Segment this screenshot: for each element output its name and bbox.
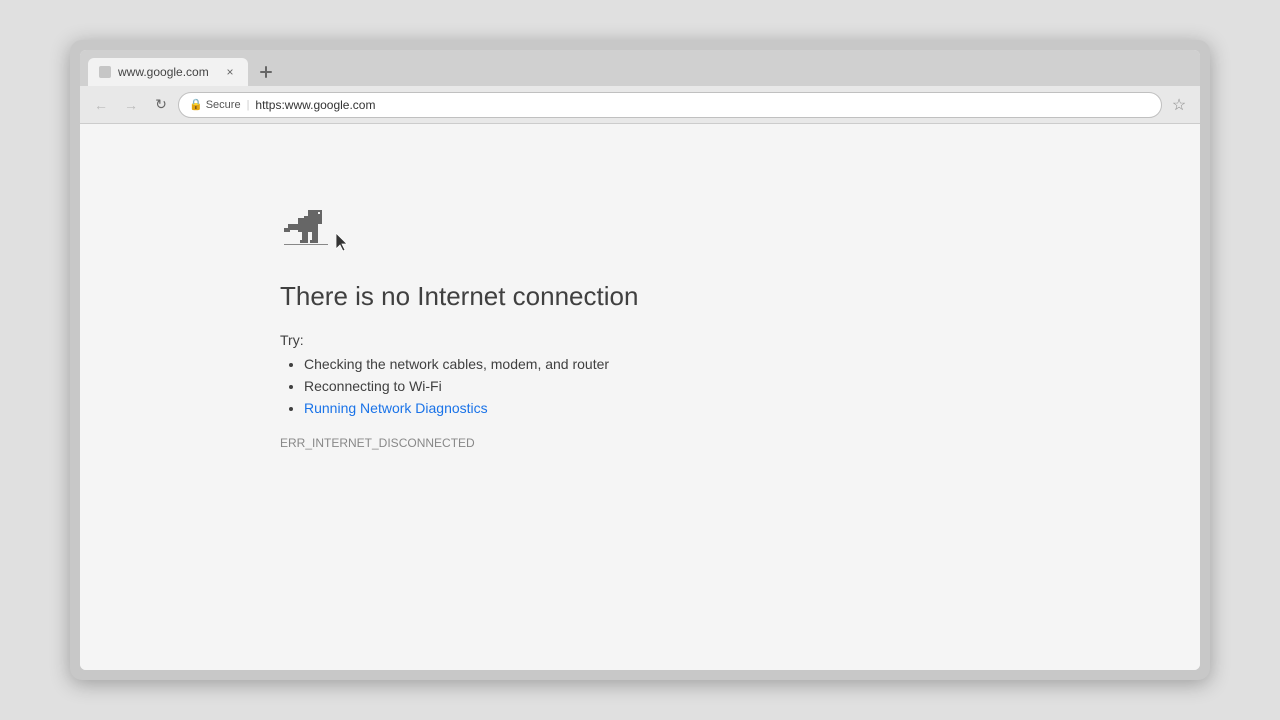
error-title: There is no Internet connection [280,281,638,312]
nav-bar: ← → ↻ 🔒 Secure | https:www.google.com ☆ [80,86,1200,124]
list-item: Checking the network cables, modem, and … [304,356,609,372]
dino-icon [280,204,332,256]
tab-close-button[interactable]: × [222,64,238,80]
lock-icon: 🔒 [189,98,203,111]
tab-bar: www.google.com × [80,50,1200,86]
page-content: There is no Internet connection Try: Che… [80,124,1200,670]
back-button[interactable]: ← [88,92,114,118]
forward-button[interactable]: → [118,92,144,118]
address-bar[interactable]: 🔒 Secure | https:www.google.com [178,92,1162,118]
suggestions-list: Checking the network cables, modem, and … [280,356,609,416]
try-label: Try: [280,332,304,348]
bookmark-button[interactable]: ☆ [1166,92,1192,118]
mouse-cursor [336,233,350,251]
suggestion-text-1: Checking the network cables, modem, and … [304,356,609,372]
new-tab-button[interactable] [252,58,280,86]
suggestion-text-2: Reconnecting to Wi-Fi [304,378,442,394]
list-item: Reconnecting to Wi-Fi [304,378,609,394]
browser-tab[interactable]: www.google.com × [88,58,248,86]
secure-badge: 🔒 Secure [189,98,241,111]
reload-button[interactable]: ↻ [148,92,174,118]
list-item: Running Network Diagnostics [304,400,609,416]
browser-window: www.google.com × ← → ↻ [80,50,1200,670]
dino-wrapper [280,204,332,261]
laptop-frame: www.google.com × ← → ↻ [70,40,1210,680]
error-container: There is no Internet connection Try: Che… [280,204,638,450]
url-text: https:www.google.com [255,98,375,112]
address-divider: | [247,99,250,111]
forward-icon: → [124,97,138,113]
reload-icon: ↻ [155,96,167,113]
tab-favicon-icon [98,65,112,79]
secure-label: Secure [206,99,241,111]
star-icon: ☆ [1172,95,1186,115]
run-diagnostics-link[interactable]: Running Network Diagnostics [304,400,488,416]
tab-title: www.google.com [118,65,216,79]
error-code: ERR_INTERNET_DISCONNECTED [280,436,475,450]
back-icon: ← [94,97,108,113]
